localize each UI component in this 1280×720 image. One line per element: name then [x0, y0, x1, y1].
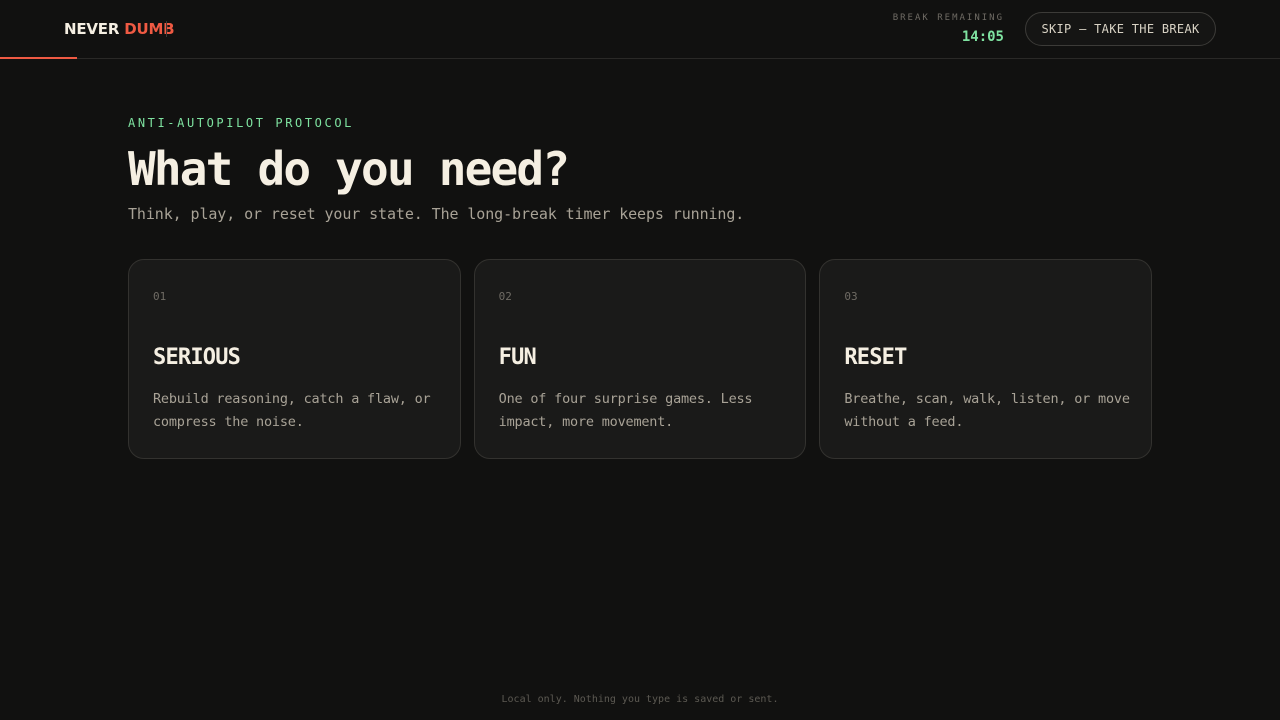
page-subtitle: Think, play, or reset your state. The lo… [128, 205, 745, 223]
card-description: Breathe, scan, walk, listen, or move wit… [844, 391, 1130, 430]
card-reset[interactable]: 03 RESET Breathe, scan, walk, listen, or… [819, 259, 1153, 459]
skip-take-break-button[interactable]: SKIP — TAKE THE BREAK [1025, 12, 1216, 46]
break-timer: BREAK REMAINING 14:05 [893, 12, 1004, 46]
card-serious[interactable]: 01 SERIOUS Rebuild reasoning, catch a fl… [128, 259, 461, 459]
card-title: RESET [844, 345, 907, 370]
card-number: 01 [153, 290, 167, 303]
option-cards: 01 SERIOUS Rebuild reasoning, catch a fl… [128, 259, 1153, 459]
break-timer-label: BREAK REMAINING [892, 13, 1004, 23]
footer-note: Local only. Nothing you type is saved or… [501, 694, 779, 705]
break-progress-bar [0, 57, 77, 59]
card-number: 02 [498, 290, 512, 303]
card-fun[interactable]: 02 FUN One of four surprise games. Less … [473, 259, 807, 459]
card-title: SERIOUS [153, 345, 241, 370]
card-description: One of four surprise games. Less impact,… [498, 391, 753, 430]
card-number: 03 [844, 290, 858, 303]
brand-first: NEVER [64, 20, 120, 38]
card-description: Rebuild reasoning, catch a flaw, or comp… [153, 391, 431, 430]
brand-divider [166, 21, 167, 37]
page-title: What do you need? [128, 142, 570, 196]
break-timer-value: 14:05 [961, 29, 1004, 45]
card-title: FUN [498, 345, 537, 370]
top-bar: NEVER DUMB BREAK REMAINING 14:05 SKIP — T… [0, 0, 1280, 59]
eyebrow-label: ANTI-AUTOPILOT PROTOCOL [128, 116, 354, 130]
brand-logo[interactable]: NEVER DUMB [64, 19, 175, 39]
